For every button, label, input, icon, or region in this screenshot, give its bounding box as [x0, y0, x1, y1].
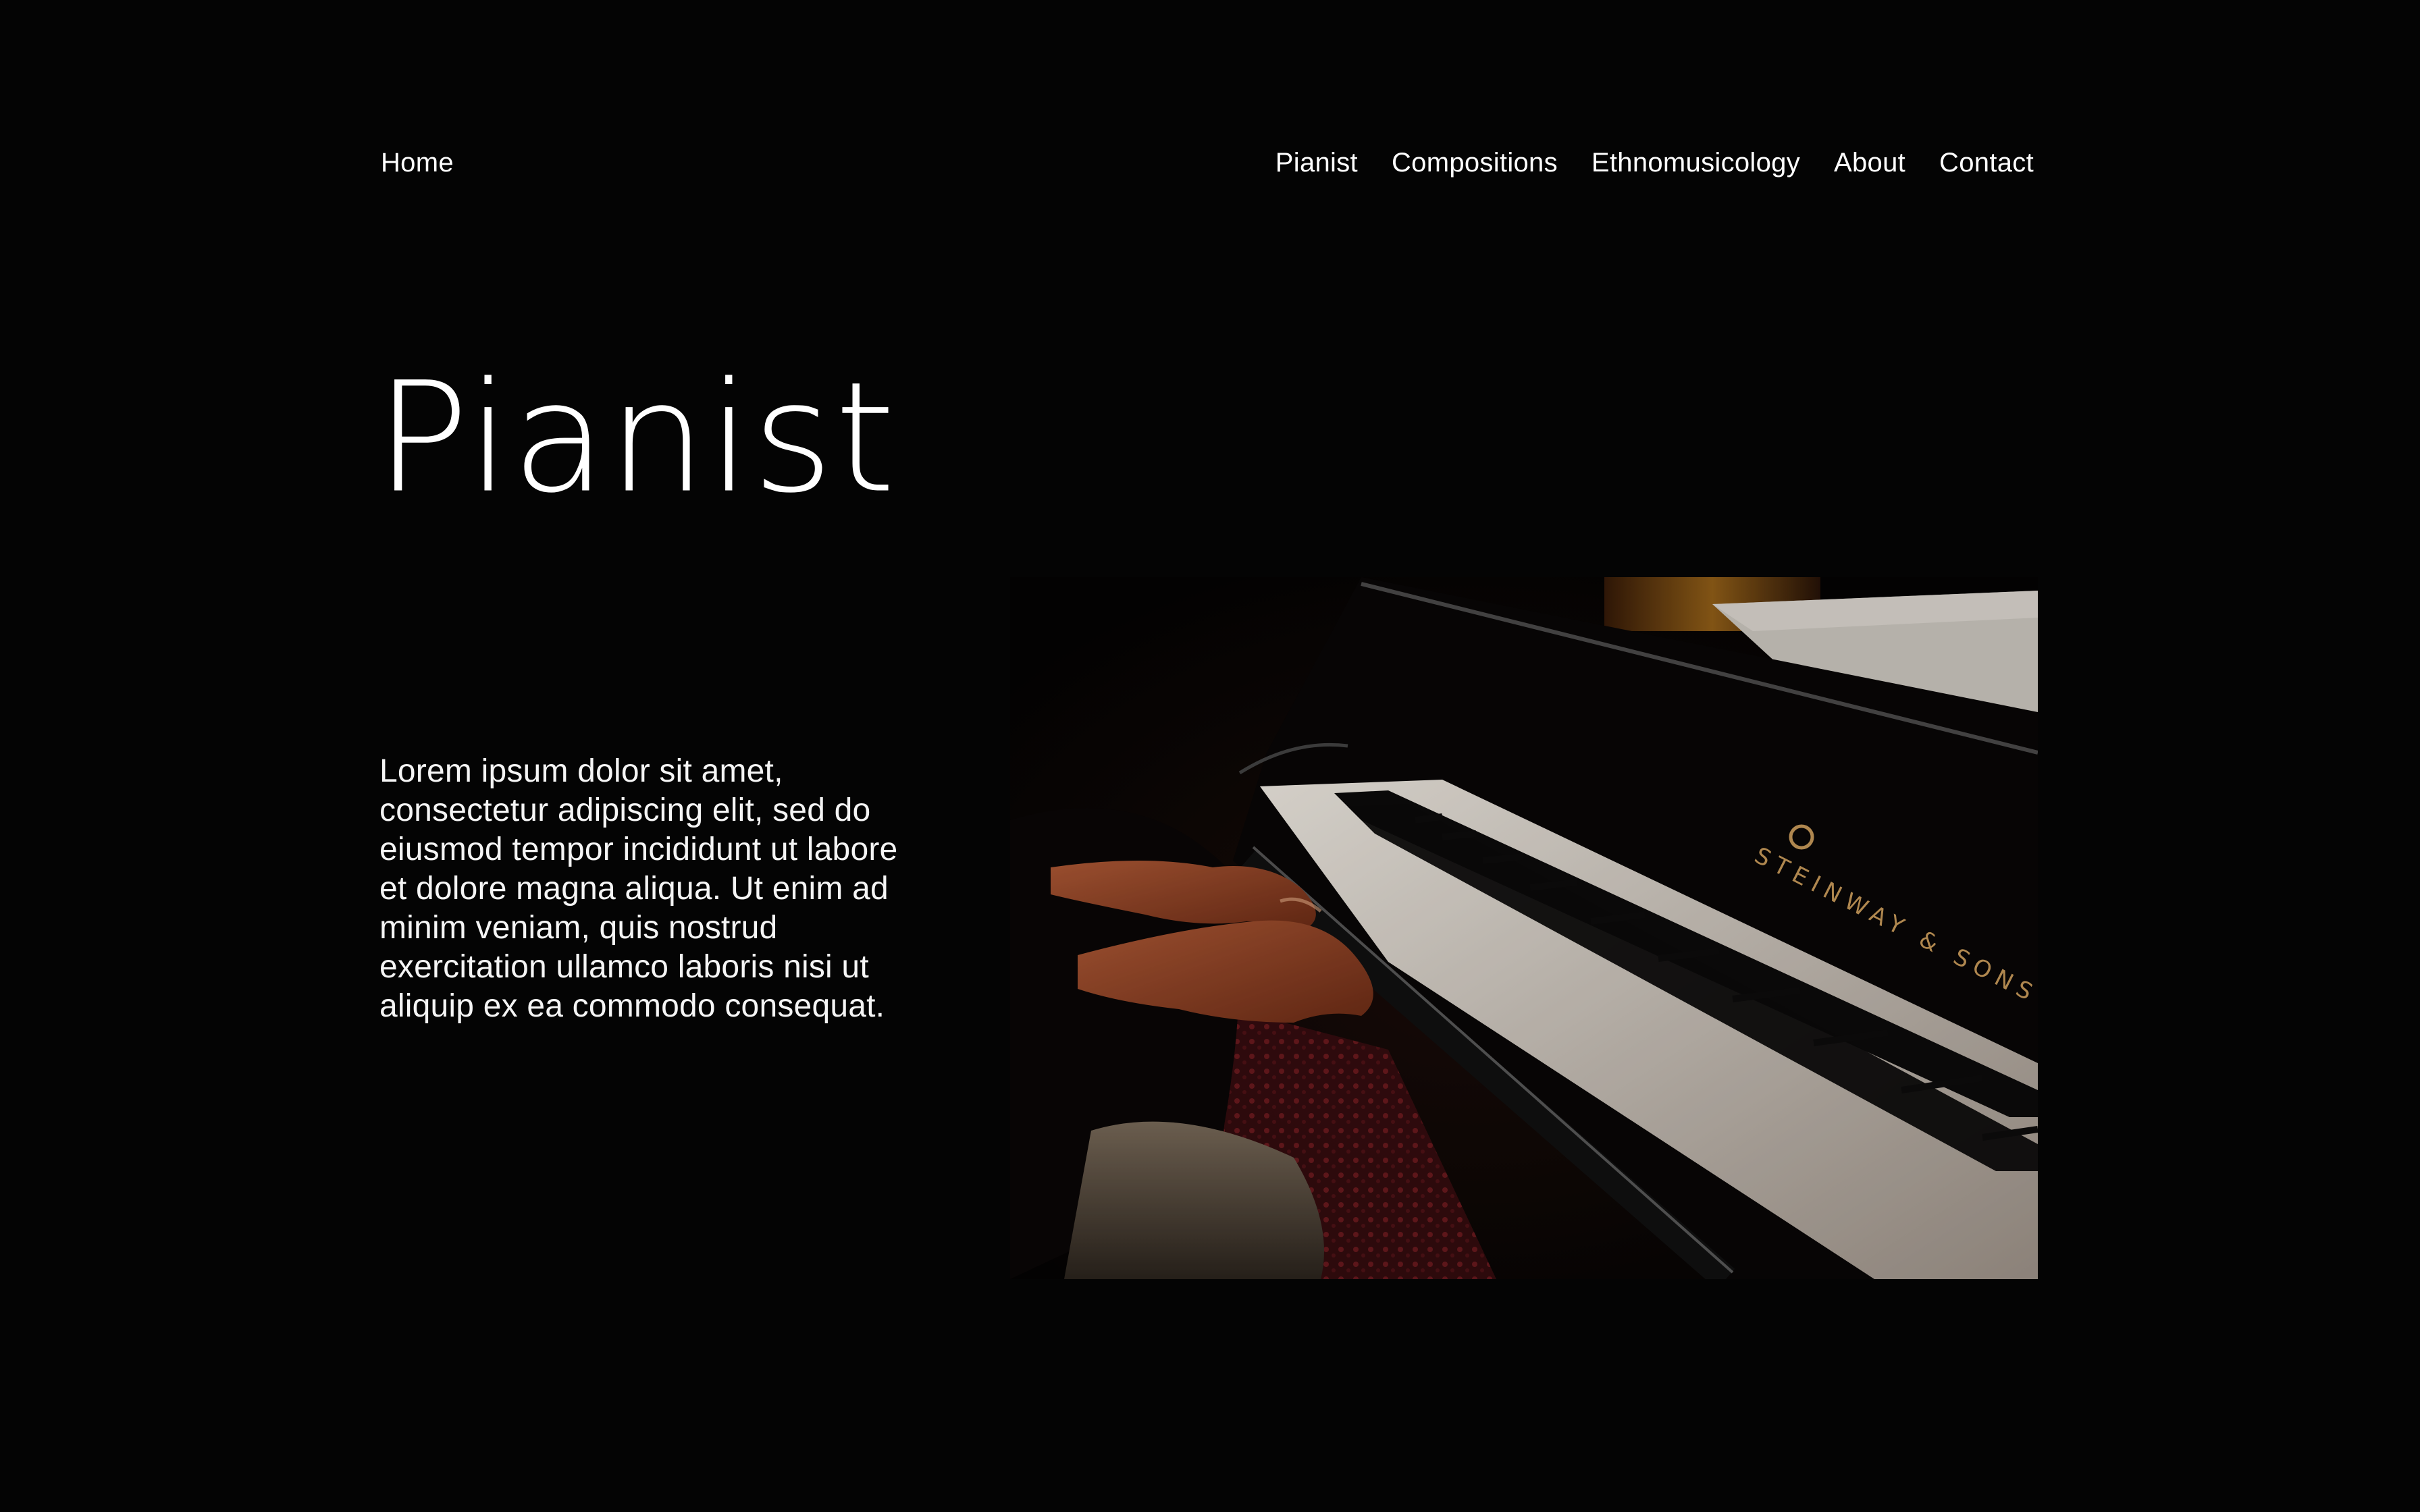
- page-title: Pianist: [375, 350, 897, 527]
- nav-item-ethnomusicology: Ethnomusicology: [1592, 144, 1800, 181]
- nav-link-compositions[interactable]: Compositions: [1392, 148, 1558, 178]
- nav-link-pianist[interactable]: Pianist: [1275, 148, 1358, 178]
- photo-vignette: [1010, 577, 2038, 1279]
- main-nav: Pianist Compositions Ethnomusicology Abo…: [1275, 144, 2034, 181]
- nav-item-compositions: Compositions: [1392, 144, 1558, 181]
- nav-item-about: About: [1834, 144, 1905, 181]
- nav-item-contact: Contact: [1939, 144, 2034, 181]
- page: Home Pianist Compositions Ethnomusicolog…: [0, 0, 2420, 1512]
- nav-link-about[interactable]: About: [1834, 148, 1905, 178]
- nav-link-contact[interactable]: Contact: [1939, 148, 2034, 178]
- nav-item-pianist: Pianist: [1275, 144, 1358, 181]
- nav-home-link[interactable]: Home: [381, 144, 454, 181]
- hero-description: Lorem ipsum dolor sit amet, consectetur …: [379, 753, 898, 1024]
- nav-link-ethnomusicology[interactable]: Ethnomusicology: [1592, 148, 1800, 178]
- pianist-photo: STEINWAY & SONS: [1010, 577, 2038, 1279]
